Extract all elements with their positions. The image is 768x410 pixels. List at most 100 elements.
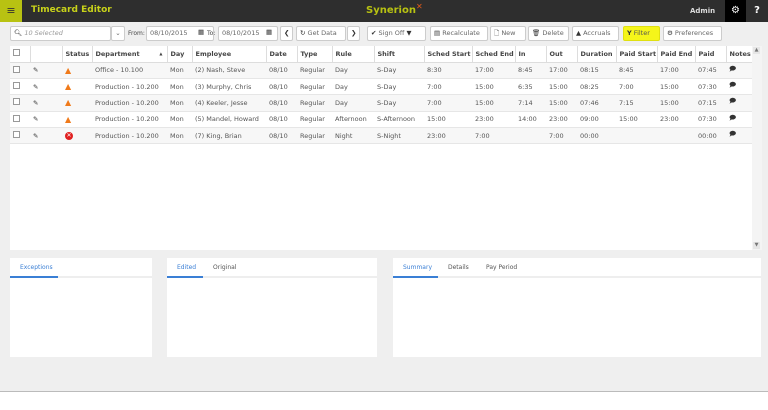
- column-header[interactable]: Paid End: [657, 46, 696, 63]
- filter-button[interactable]: Y Filter: [623, 26, 660, 41]
- tab-details[interactable]: Details: [448, 264, 469, 271]
- column-header[interactable]: Duration: [577, 46, 617, 63]
- pencil-icon[interactable]: ✎: [33, 66, 38, 74]
- notes-cell[interactable]: 🗩: [726, 127, 752, 145]
- table-row[interactable]: ✎ ✕ Production - 10.200 Mon (7) King, Brian 0…: [10, 127, 752, 145]
- comment-icon[interactable]: 🗩: [729, 65, 736, 73]
- notes-cell[interactable]: 🗩: [726, 94, 752, 112]
- next-button[interactable]: ❯: [347, 26, 360, 41]
- edit-cell[interactable]: ✎: [30, 127, 62, 145]
- row-checkbox[interactable]: [13, 82, 20, 90]
- tab-edited[interactable]: Edited: [177, 264, 196, 271]
- selector-dropdown-button[interactable]: ⌄: [111, 26, 125, 41]
- row-checkbox[interactable]: [13, 65, 20, 73]
- edit-cell[interactable]: ✎: [30, 62, 62, 79]
- row-checkbox[interactable]: [13, 98, 20, 106]
- cell-employee: (3) Murphy, Chris: [192, 78, 266, 96]
- comment-icon[interactable]: 🗩: [729, 114, 736, 122]
- table-row[interactable]: ✎ ▲ Production - 10.200 Mon (4) Keeler, Jess…: [10, 94, 752, 112]
- tab-pay-period[interactable]: Pay Period: [486, 264, 517, 271]
- column-header[interactable]: Sched End: [472, 46, 516, 63]
- row-checkbox[interactable]: [13, 114, 20, 122]
- new-document-icon: 🗋: [494, 29, 500, 37]
- edit-cell[interactable]: ✎: [30, 111, 62, 129]
- timecard-grid: Status Department ▲ Day Employee Date Type Rule…: [10, 46, 762, 250]
- recalculate-button[interactable]: ▤ Recalculate: [430, 26, 488, 41]
- cell-shift: S-Night: [374, 127, 424, 145]
- cell-paid-end: 17:00: [657, 62, 695, 79]
- notes-cell[interactable]: 🗩: [726, 78, 752, 96]
- delete-button[interactable]: 🗑 Delete: [528, 26, 569, 41]
- table-row[interactable]: ✎ ▲ Production - 10.200 Mon (3) Murphy, Chri…: [10, 78, 752, 96]
- cell-out: 23:00: [546, 111, 577, 129]
- notes-cell[interactable]: 🗩: [726, 111, 752, 129]
- cell-sched-start: 8:30: [424, 62, 472, 79]
- row-checkbox[interactable]: [13, 131, 20, 139]
- cell-paid: 07:30: [695, 111, 726, 129]
- pencil-icon[interactable]: ✎: [33, 115, 38, 123]
- gear-icon[interactable]: ⚙: [725, 0, 746, 22]
- column-header[interactable]: Out: [546, 46, 578, 63]
- scroll-up-arrow[interactable]: ▲: [753, 47, 760, 54]
- tab-original[interactable]: Original: [213, 264, 236, 271]
- tab-exceptions[interactable]: Exceptions: [20, 264, 53, 271]
- user-name[interactable]: Admin: [690, 7, 715, 15]
- row-checkbox-cell[interactable]: [10, 111, 30, 129]
- checkbox[interactable]: [13, 49, 20, 57]
- column-header[interactable]: Rule: [332, 46, 375, 63]
- calendar-icon[interactable]: ▦: [263, 26, 275, 41]
- hamburger-icon[interactable]: ≡: [0, 0, 22, 22]
- previous-button[interactable]: ❮: [280, 26, 293, 41]
- select-all-checkbox[interactable]: [10, 46, 31, 63]
- row-checkbox-cell[interactable]: [10, 62, 30, 79]
- sign-off-button[interactable]: ✔ Sign Off ▼: [367, 26, 426, 41]
- accruals-button[interactable]: ▲ Accruals: [572, 26, 619, 41]
- comment-icon[interactable]: 🗩: [729, 97, 736, 105]
- edit-cell[interactable]: ✎: [30, 94, 62, 112]
- row-checkbox-cell[interactable]: [10, 78, 30, 96]
- table-row[interactable]: ✎ ▲ Office - 10.100 Mon (2) Nash, Steve 08/10…: [10, 62, 752, 79]
- column-header[interactable]: Status: [62, 46, 93, 63]
- cell-paid: 00:00: [695, 127, 726, 145]
- cell-duration: 00:00: [577, 127, 616, 145]
- column-header[interactable]: In: [515, 46, 547, 63]
- column-header[interactable]: Day: [167, 46, 193, 63]
- notes-cell[interactable]: 🗩: [726, 62, 752, 79]
- pencil-icon[interactable]: ✎: [33, 83, 38, 91]
- column-header[interactable]: Paid Start: [616, 46, 658, 63]
- refresh-icon: ↻: [300, 29, 306, 37]
- exceptions-panel: Exceptions: [10, 258, 152, 357]
- new-button[interactable]: 🗋 New: [490, 26, 526, 41]
- sort-ascending-icon[interactable]: ▲: [159, 51, 162, 56]
- status-cell: ▲: [62, 78, 92, 96]
- column-header[interactable]: Notes: [726, 46, 753, 63]
- column-header[interactable]: Sched Start: [424, 46, 473, 63]
- edit-cell[interactable]: ✎: [30, 78, 62, 96]
- cell-date: 08/10: [266, 78, 297, 96]
- caret-down-icon: ▼: [406, 29, 412, 37]
- pencil-icon[interactable]: ✎: [33, 99, 38, 107]
- get-data-button[interactable]: ↻ Get Data: [296, 26, 346, 41]
- row-checkbox-cell[interactable]: [10, 94, 30, 112]
- calendar-icon[interactable]: ▦: [195, 26, 207, 41]
- column-header[interactable]: Shift: [374, 46, 425, 63]
- column-header[interactable]: Employee: [192, 46, 267, 63]
- pencil-icon[interactable]: ✎: [33, 132, 38, 140]
- employee-selector-input[interactable]: 🔍︎ 10 Selected: [10, 26, 111, 41]
- column-header[interactable]: Type: [297, 46, 333, 63]
- cell-rule: Day: [332, 62, 374, 79]
- help-button[interactable]: ?: [746, 0, 768, 22]
- preferences-button[interactable]: ⚙ Preferences: [663, 26, 722, 41]
- column-header[interactable]: [30, 46, 63, 63]
- vertical-scrollbar[interactable]: ▲ ▼: [752, 46, 762, 250]
- comment-icon[interactable]: 🗩: [729, 81, 736, 89]
- column-header[interactable]: Department ▲: [92, 46, 168, 63]
- scroll-down-arrow[interactable]: ▼: [753, 242, 760, 249]
- chevron-right-icon: ❯: [351, 29, 357, 37]
- column-header[interactable]: Paid: [695, 46, 727, 63]
- table-row[interactable]: ✎ ▲ Production - 10.200 Mon (5) Mandel, Howa…: [10, 111, 752, 129]
- comment-icon[interactable]: 🗩: [729, 130, 736, 138]
- row-checkbox-cell[interactable]: [10, 127, 30, 145]
- column-header[interactable]: Date: [266, 46, 298, 63]
- tab-summary[interactable]: Summary: [403, 264, 432, 271]
